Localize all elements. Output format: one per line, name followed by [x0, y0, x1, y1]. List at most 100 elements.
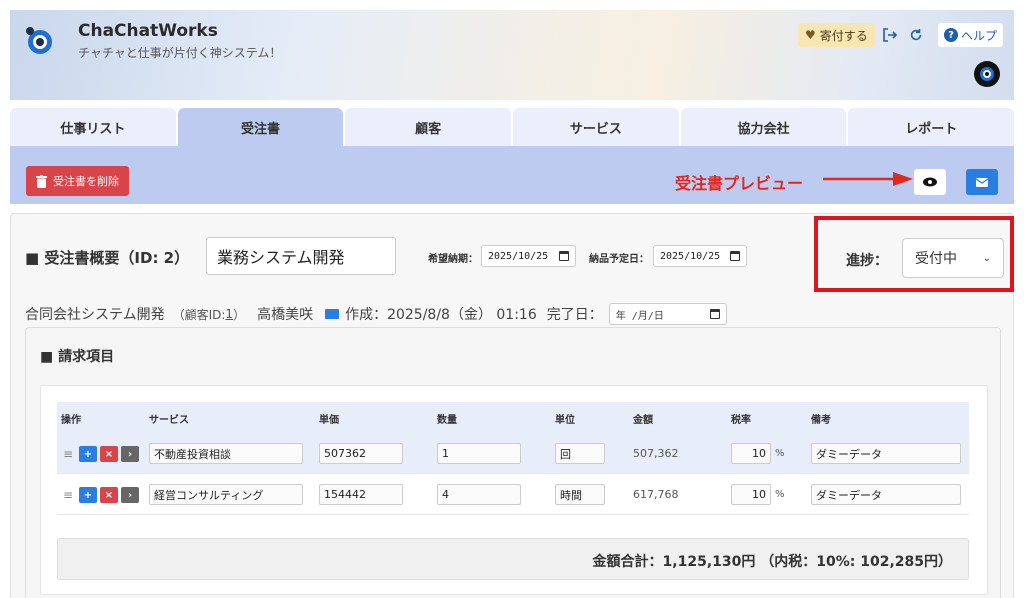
col-amount: 金額 — [633, 414, 653, 426]
quantity-input[interactable]: 1 — [437, 443, 521, 464]
add-row-button[interactable]: + — [79, 487, 97, 503]
drag-handle-icon[interactable]: ≡ — [63, 447, 73, 461]
service-input[interactable]: 経営コンサルティング — [149, 484, 303, 505]
tab-partners[interactable]: 協力会社 — [680, 108, 847, 146]
move-row-button[interactable]: › — [121, 446, 139, 462]
company-name: 合同会社システム開発 — [25, 307, 165, 323]
price-input[interactable]: 154442 — [319, 484, 403, 505]
col-tax: 税率 — [731, 414, 751, 426]
delete-order-button[interactable]: 受注書を削除 — [26, 166, 129, 196]
mail-icon — [976, 177, 988, 187]
table-row: ≡ + × › 不動産投資相談 507362 1 回 507,362 10 % … — [57, 434, 969, 474]
col-note: 備考 — [811, 414, 831, 426]
items-heading-text: 請求項目 — [58, 349, 115, 365]
tab-orders[interactable]: 受注書 — [177, 108, 344, 146]
tab-services[interactable]: サービス — [513, 108, 679, 146]
calendar-icon — [730, 251, 740, 261]
tax-input[interactable]: 10 — [731, 484, 771, 505]
status-highlight-box: 進捗： 受付中 ⌄ — [814, 216, 1014, 292]
col-unit: 単位 — [555, 414, 575, 426]
desired-date-value: 2025/10/25 — [488, 250, 549, 262]
app-subtitle: チャチャと仕事が片付く神システム！ — [78, 46, 282, 60]
percent-label: % — [775, 448, 785, 459]
items-table: 操作 サービス 単価 数量 単位 金額 税率 備考 ≡ + × › 不動産投資相… — [40, 385, 988, 595]
status-value: 受付中 — [915, 251, 957, 267]
planned-date-value: 2025/10/25 — [660, 250, 721, 262]
billing-items-panel: ■ 請求項目 操作 サービス 単価 数量 単位 金額 税率 備考 ≡ + × › — [25, 327, 1001, 598]
chevron-down-icon: ⌄ — [982, 252, 991, 264]
col-operations: 操作 — [61, 414, 81, 426]
user-avatar[interactable] — [974, 61, 1000, 87]
help-button[interactable]: ? ヘルプ — [938, 23, 1004, 47]
planned-date-label: 納品予定日： — [589, 254, 649, 265]
status-label: 進捗： — [846, 253, 888, 269]
planned-date-input[interactable]: 2025/10/25 — [653, 245, 747, 267]
send-mail-button[interactable] — [966, 169, 998, 195]
desired-date-label: 希望納期： — [428, 254, 478, 265]
trash-icon — [36, 174, 47, 188]
move-row-button[interactable]: › — [121, 487, 139, 503]
drag-handle-icon[interactable]: ≡ — [63, 488, 73, 502]
tab-jobs[interactable]: 仕事リスト — [10, 108, 176, 146]
done-date-placeholder: 年 /月/日 — [615, 310, 664, 322]
done-date-label: 完了日： — [546, 307, 603, 323]
add-row-button[interactable]: + — [79, 446, 97, 462]
col-quantity: 数量 — [437, 414, 457, 426]
status-select[interactable]: 受付中 ⌄ — [902, 238, 1004, 278]
tab-customers[interactable]: 顧客 — [345, 108, 512, 146]
arrow-icon — [823, 172, 913, 186]
heart-icon: ♥ — [805, 28, 816, 42]
customer-id-prefix: （顧客ID: — [172, 307, 226, 322]
percent-label: % — [775, 489, 785, 500]
eye-icon — [923, 177, 937, 187]
order-title-input[interactable]: 業務システム開発 — [206, 237, 396, 275]
table-header: 操作 サービス 単価 数量 単位 金額 税率 備考 — [57, 402, 969, 434]
calendar-icon — [709, 309, 720, 319]
donate-button[interactable]: ♥ 寄付する — [798, 23, 875, 47]
remove-row-button[interactable]: × — [100, 446, 118, 462]
help-label: ヘルプ — [961, 28, 998, 43]
created-at: 作成：2025/8/8（金） 01:16 — [345, 307, 537, 323]
tax-input[interactable]: 10 — [731, 443, 771, 464]
preview-annotation: 受注書プレビュー — [675, 174, 804, 193]
unit-input[interactable]: 回 — [555, 443, 605, 464]
col-service: サービス — [149, 414, 189, 426]
note-input[interactable]: ダミーデータ — [811, 484, 961, 505]
remove-row-button[interactable]: × — [100, 487, 118, 503]
amount-value: 617,768 — [633, 488, 679, 501]
items-heading: ■ 請求項目 — [40, 349, 115, 365]
order-info-row: 合同会社システム開発 （顧客ID: 1 ） 高橋美咲 作成：2025/8/8（金… — [25, 303, 727, 325]
logo-icon — [26, 27, 52, 54]
done-date-input[interactable]: 年 /月/日 — [608, 303, 727, 325]
tab-reports[interactable]: レポート — [848, 108, 1015, 146]
donate-label: 寄付する — [819, 28, 868, 43]
quantity-input[interactable]: 4 — [437, 484, 521, 505]
action-bar: 受注書を削除 受注書プレビュー — [10, 146, 1014, 204]
app-title: ChaChatWorks — [78, 21, 218, 41]
refresh-icon[interactable] — [904, 23, 928, 47]
question-icon: ? — [944, 28, 958, 42]
amount-value: 507,362 — [633, 447, 679, 460]
total-box: 金額合計：1,125,130円 （内税：10%: 102,285円） — [57, 538, 969, 580]
main-tabs: 仕事リスト 受注書 顧客 サービス 協力会社 レポート — [10, 108, 1015, 146]
logout-icon[interactable] — [878, 23, 902, 47]
delete-order-label: 受注書を削除 — [53, 175, 119, 188]
summary-heading-text: 受注書概要（ID: 2） — [44, 249, 190, 267]
preview-button[interactable] — [914, 169, 946, 195]
note-input[interactable]: ダミーデータ — [811, 443, 961, 464]
unit-input[interactable]: 時間 — [555, 484, 605, 505]
table-row: ≡ + × › 経営コンサルティング 154442 4 時間 617,768 1… — [57, 475, 969, 515]
row-operations: ≡ + × › — [63, 487, 139, 503]
summary-heading: ■ 受注書概要（ID: 2） — [25, 249, 190, 267]
desired-date-input[interactable]: 2025/10/25 — [481, 245, 576, 267]
price-input[interactable]: 507362 — [319, 443, 403, 464]
mail-icon[interactable] — [325, 309, 340, 319]
total-amount: 金額合計：1,125,130円 （内税：10%: 102,285円） — [592, 554, 952, 570]
contact-person: 高橋美咲 — [257, 307, 314, 323]
order-detail-panel: ■ 受注書概要（ID: 2） 業務システム開発 希望納期： 2025/10/25… — [10, 213, 1014, 598]
customer-id-link[interactable]: 1 — [225, 307, 233, 321]
row-operations: ≡ + × › — [63, 446, 139, 462]
app-header: ChaChatWorks チャチャと仕事が片付く神システム！ ♥ 寄付する ? … — [10, 10, 1014, 100]
service-input[interactable]: 不動産投資相談 — [149, 443, 303, 464]
customer-id-suffix: ） — [233, 307, 246, 322]
